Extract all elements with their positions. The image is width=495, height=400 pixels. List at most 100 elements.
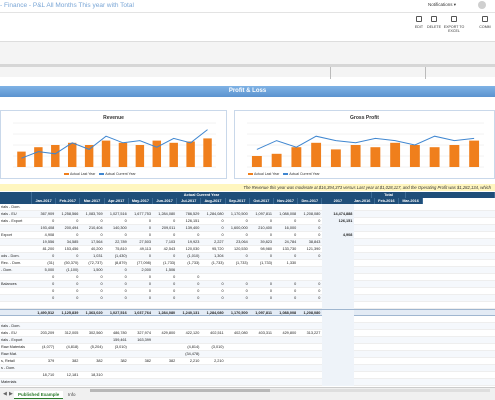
- table-cell[interactable]: [322, 344, 355, 351]
- table-cell[interactable]: (34,478): [177, 351, 201, 358]
- table-cell[interactable]: [129, 351, 153, 358]
- table-cell[interactable]: 0: [32, 295, 56, 302]
- table-cell[interactable]: 0: [129, 274, 153, 281]
- table-row[interactable]: 1,490,512 1,125,839 1,363,020 1,027,516 1,03…: [0, 309, 495, 317]
- table-cell[interactable]: 0: [274, 281, 298, 288]
- table-cell[interactable]: [201, 351, 225, 358]
- table-cell[interactable]: [322, 351, 355, 358]
- table-cell[interactable]: [177, 365, 201, 372]
- table-cell[interactable]: 0: [105, 281, 129, 288]
- table-row[interactable]: rials - EU 203,209 312,005 302,560 486,780 32…: [0, 330, 495, 337]
- table-cell[interactable]: [32, 365, 56, 372]
- table-cell[interactable]: 0: [80, 274, 104, 281]
- table-cell[interactable]: 0: [250, 288, 274, 295]
- table-cell[interactable]: [153, 365, 177, 372]
- table-cell[interactable]: 1,208,080: [298, 211, 322, 218]
- table-cell[interactable]: [322, 260, 355, 267]
- table-cell[interactable]: 0: [129, 288, 153, 295]
- table-cell[interactable]: [80, 316, 104, 323]
- table-cell[interactable]: 5,000: [32, 267, 56, 274]
- table-cell[interactable]: [153, 204, 177, 211]
- table-cell[interactable]: [399, 344, 423, 351]
- table-row[interactable]: 000000000000: [0, 288, 495, 295]
- table-cell[interactable]: 0: [274, 288, 298, 295]
- table-cell[interactable]: 120,030: [177, 246, 201, 253]
- table-cell[interactable]: [153, 323, 177, 330]
- table-cell[interactable]: [153, 351, 177, 358]
- table-cell[interactable]: [177, 372, 201, 379]
- table-row[interactable]: 18,710 12,181 18,310: [0, 372, 495, 379]
- table-cell[interactable]: [351, 372, 375, 379]
- table-cell[interactable]: [375, 337, 399, 344]
- table-cell[interactable]: [399, 281, 423, 288]
- table-cell[interactable]: 0: [226, 232, 250, 239]
- table-cell[interactable]: [351, 232, 375, 239]
- table-cell[interactable]: [298, 337, 322, 344]
- table-cell[interactable]: 382: [80, 358, 104, 365]
- table-cell[interactable]: [250, 337, 274, 344]
- table-cell[interactable]: [129, 344, 153, 351]
- table-cell[interactable]: [322, 253, 355, 260]
- table-cell[interactable]: 0: [226, 295, 250, 302]
- table-cell[interactable]: [322, 316, 355, 323]
- table-row[interactable]: Materials: [0, 379, 495, 386]
- table-cell[interactable]: 0: [80, 295, 104, 302]
- table-cell[interactable]: [274, 351, 298, 358]
- table-cell[interactable]: 159,461: [105, 337, 129, 344]
- table-cell[interactable]: [375, 323, 399, 330]
- table-cell[interactable]: 18,310: [80, 372, 104, 379]
- table-cell[interactable]: [322, 365, 355, 372]
- tab-next-icon[interactable]: ▶: [9, 391, 13, 397]
- table-cell[interactable]: 210,400: [250, 225, 274, 232]
- table-cell[interactable]: [177, 323, 201, 330]
- table-cell[interactable]: [32, 323, 56, 330]
- table-cell[interactable]: [201, 302, 225, 309]
- table-cell[interactable]: 0: [298, 295, 322, 302]
- table-cell[interactable]: 0: [56, 218, 80, 225]
- table-cell[interactable]: 17,564: [80, 239, 104, 246]
- table-cell[interactable]: 1,258,566: [56, 211, 80, 218]
- table-row[interactable]: [0, 316, 495, 323]
- table-cell[interactable]: 382: [153, 358, 177, 365]
- table-row[interactable]: Export 4,908 0 0 0 0 0 0 0 0 0 0 0 4,908: [0, 232, 495, 239]
- table-cell[interactable]: [80, 323, 104, 330]
- table-cell[interactable]: 379: [32, 358, 56, 365]
- table-cell[interactable]: [153, 302, 177, 309]
- table-cell[interactable]: [375, 295, 399, 302]
- table-cell[interactable]: 209,011: [153, 225, 177, 232]
- table-cell[interactable]: 38,843: [298, 239, 322, 246]
- table-cell[interactable]: [250, 267, 274, 274]
- table-cell[interactable]: [375, 344, 399, 351]
- table-cell[interactable]: [201, 365, 225, 372]
- table-cell[interactable]: [375, 246, 399, 253]
- table-cell[interactable]: [298, 274, 322, 281]
- table-cell[interactable]: (3,010): [201, 344, 225, 351]
- table-cell[interactable]: [322, 358, 355, 365]
- table-cell[interactable]: [298, 358, 322, 365]
- table-cell[interactable]: [177, 316, 201, 323]
- table-cell[interactable]: [351, 225, 375, 232]
- table-cell[interactable]: [322, 281, 355, 288]
- table-cell[interactable]: [226, 204, 250, 211]
- table-cell[interactable]: (1,733): [153, 260, 177, 267]
- table-cell[interactable]: 0: [129, 295, 153, 302]
- table-cell[interactable]: 2,000: [129, 267, 153, 274]
- table-cell[interactable]: [399, 239, 423, 246]
- table-cell[interactable]: 0: [153, 232, 177, 239]
- table-cell[interactable]: 422,120: [177, 330, 201, 337]
- tab-published-example[interactable]: Published Example: [14, 391, 64, 399]
- table-cell[interactable]: [105, 204, 129, 211]
- table-cell[interactable]: 126,151: [322, 218, 355, 225]
- table-cell[interactable]: [153, 337, 177, 344]
- table-cell[interactable]: [274, 204, 298, 211]
- table-cell[interactable]: [375, 302, 399, 309]
- table-cell[interactable]: [375, 330, 399, 337]
- table-cell[interactable]: [250, 302, 274, 309]
- table-cell[interactable]: 0: [226, 253, 250, 260]
- table-cell[interactable]: 382: [105, 358, 129, 365]
- table-cell[interactable]: 27,503: [129, 239, 153, 246]
- table-cell[interactable]: 0: [105, 288, 129, 295]
- table-cell[interactable]: 1,506: [153, 267, 177, 274]
- table-cell[interactable]: [375, 239, 399, 246]
- table-cell[interactable]: 0: [56, 288, 80, 295]
